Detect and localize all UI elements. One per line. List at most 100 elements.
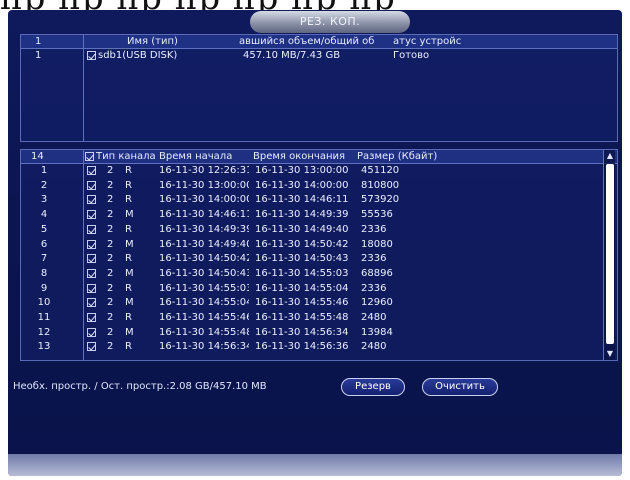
file-cell-size: 13984 (361, 326, 393, 338)
file-cell-type: R (125, 223, 132, 235)
file-row[interactable]: 9 2 R 16-11-30 14:55:03 16-11-30 14:55:04 233… (21, 282, 599, 296)
file-cell-type: R (125, 282, 132, 294)
file-cell-type: R (125, 179, 132, 191)
device-col-name: Имя (тип) (127, 36, 178, 47)
file-row[interactable]: 4 2 M 16-11-30 14:46:11 16-11-30 14:49:39 555… (21, 208, 599, 222)
file-cell-ch: 2 (107, 209, 114, 221)
file-cell-type: R (125, 341, 132, 353)
check-icon[interactable] (87, 268, 96, 278)
file-row[interactable]: 2 2 R 16-11-30 13:00:00 16-11-30 14:00:00 810… (21, 179, 599, 193)
file-row[interactable]: 1 2 R 16-11-30 12:26:31 16-11-30 13:00:00 451… (21, 164, 599, 178)
file-table: 14 Тип канала Время начала Время окончан… (20, 149, 618, 361)
bottom-bar (8, 454, 622, 476)
file-row[interactable]: 5 2 R 16-11-30 14:49:39 16-11-30 14:49:40 233… (21, 223, 599, 237)
file-col-start: Время начала (159, 151, 233, 162)
file-cell-ch: 2 (107, 341, 114, 353)
file-col-size: Размер (Кбайт) (357, 151, 438, 162)
file-cell-end: 16-11-30 14:55:48 (255, 312, 349, 323)
file-cell-start: 16-11-30 14:55:04 (159, 297, 249, 309)
file-row[interactable]: 6 2 M 16-11-30 14:49:40 16-11-30 14:50:42 180… (21, 238, 599, 252)
file-cell-end: 16-11-30 14:55:04 (255, 282, 349, 294)
file-cell-start: 16-11-30 12:26:31 (159, 165, 249, 176)
file-row[interactable]: 7 2 R 16-11-30 14:50:42 16-11-30 14:50:43 233… (21, 252, 599, 266)
file-cell-ch: 2 (107, 194, 114, 206)
scroll-down-icon[interactable]: ▼ (604, 348, 616, 360)
device-row-name: sdb1(USB DISK) (87, 49, 237, 63)
file-cell-size: 2336 (361, 253, 387, 265)
check-icon[interactable] (87, 180, 96, 190)
device-row[interactable]: 1 sdb1(USB DISK) 457.10 MB/7.43 GB Готов… (21, 49, 601, 63)
file-cell-start: 16-11-30 14:56:34 (159, 341, 249, 353)
file-table-header: 14 Тип канала Время начала Время окончан… (21, 150, 617, 164)
check-icon[interactable] (87, 327, 96, 337)
file-row[interactable]: 8 2 M 16-11-30 14:50:43 16-11-30 14:55:03 688… (21, 267, 599, 281)
file-cell-ch: 2 (107, 312, 114, 323)
file-cell-num: 1 (40, 165, 48, 176)
file-row[interactable]: 11 2 R 16-11-30 14:55:46 16-11-30 14:55:48 24… (21, 311, 599, 325)
file-row[interactable]: 3 2 R 16-11-30 14:00:00 16-11-30 14:46:11 573… (21, 193, 599, 207)
file-cell-num: 10 (37, 297, 51, 309)
device-table-header: 1 Имя (тип) авшийся объем/общий об атус … (21, 35, 617, 49)
file-cell-type: M (125, 209, 134, 221)
file-row[interactable]: 13 2 R 16-11-30 14:56:34 16-11-30 14:56:36 24… (21, 340, 599, 354)
file-cell-ch: 2 (107, 165, 114, 176)
file-cell-size: 2336 (361, 223, 387, 235)
backup-button[interactable]: Резерв (341, 378, 405, 396)
scroll-thumb[interactable] (606, 164, 614, 344)
file-cell-end: 16-11-30 13:00:00 (255, 165, 349, 176)
check-icon[interactable] (87, 342, 96, 352)
file-cell-start: 16-11-30 14:50:42 (159, 253, 249, 265)
file-cell-ch: 2 (107, 297, 114, 309)
file-cell-start: 16-11-30 14:55:48 (159, 326, 249, 338)
file-cell-ch: 2 (107, 326, 114, 338)
file-cell-start: 16-11-30 14:00:00 (159, 194, 249, 206)
file-row[interactable]: 10 2 M 16-11-30 14:55:04 16-11-30 14:55:46 12… (21, 296, 599, 310)
clear-button[interactable]: Очистить (422, 378, 498, 396)
file-cell-end: 16-11-30 14:50:43 (255, 253, 349, 265)
file-cell-end: 16-11-30 14:46:11 (255, 194, 349, 206)
file-cell-num: 6 (40, 238, 48, 250)
check-icon[interactable] (87, 50, 96, 60)
file-cell-end: 16-11-30 14:49:39 (255, 209, 349, 221)
file-cell-end: 16-11-30 14:55:46 (255, 297, 349, 309)
file-col-select-all: Тип канала (85, 150, 155, 164)
file-cell-ch: 2 (107, 179, 114, 191)
file-cell-num: 13 (37, 341, 51, 353)
file-cell-size: 2480 (361, 341, 387, 353)
file-cell-end: 16-11-30 14:49:40 (255, 223, 349, 235)
file-cell-end: 16-11-30 14:56:34 (255, 326, 349, 338)
check-icon[interactable] (87, 313, 96, 322)
file-cell-size: 2480 (361, 312, 387, 323)
file-cell-end: 16-11-30 14:55:03 (255, 267, 349, 279)
file-cell-num: 7 (40, 253, 48, 265)
file-cell-end: 16-11-30 14:56:36 (255, 341, 349, 353)
file-cell-num: 12 (37, 326, 51, 338)
check-icon[interactable] (85, 151, 94, 161)
check-icon[interactable] (87, 239, 96, 249)
check-icon[interactable] (87, 254, 96, 264)
file-cell-size: 810800 (361, 179, 400, 191)
check-icon[interactable] (87, 210, 96, 220)
check-icon[interactable] (87, 283, 96, 293)
file-scrollbar[interactable]: ▲ ▼ (603, 150, 615, 360)
check-icon[interactable] (87, 298, 96, 308)
file-row[interactable]: 12 2 M 16-11-30 14:55:48 16-11-30 14:56:34 13… (21, 326, 599, 340)
file-cell-start: 16-11-30 13:00:00 (159, 179, 249, 191)
file-cell-ch: 2 (107, 267, 114, 279)
file-cell-start: 16-11-30 14:46:11 (159, 209, 249, 221)
file-cell-start: 16-11-30 14:55:03 (159, 282, 249, 294)
scroll-up-icon[interactable]: ▲ (604, 150, 616, 162)
check-icon[interactable] (87, 224, 96, 234)
check-icon[interactable] (87, 195, 96, 205)
file-cell-type: R (125, 312, 132, 323)
file-cell-type: R (125, 253, 132, 265)
file-cell-num: 3 (40, 194, 48, 206)
file-cell-type: R (125, 165, 132, 176)
file-cell-num: 4 (40, 209, 48, 221)
file-cell-type: R (125, 194, 132, 206)
check-icon[interactable] (87, 166, 96, 175)
file-cell-type: M (125, 326, 134, 338)
file-cell-num: 8 (40, 267, 48, 279)
device-row-num: 1 (35, 50, 42, 61)
device-name: sdb1(USB DISK) (98, 50, 178, 61)
